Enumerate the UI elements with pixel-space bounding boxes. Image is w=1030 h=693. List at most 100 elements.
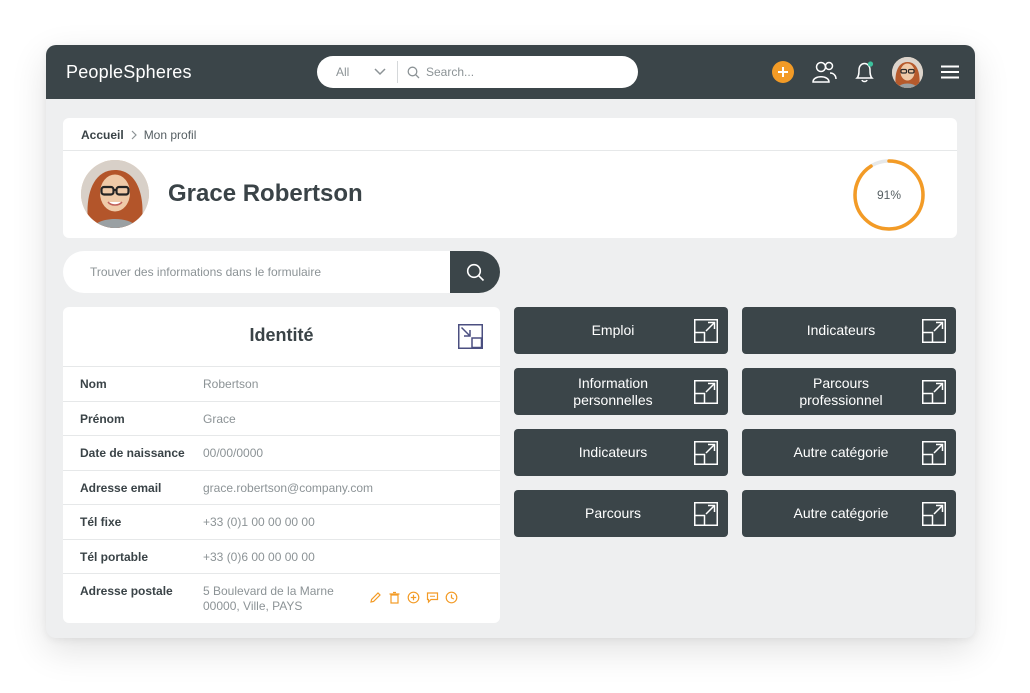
search-filter-dropdown[interactable]: All	[317, 56, 397, 88]
category-button-indicateurs-2[interactable]: Indicateurs	[514, 429, 728, 476]
app-logo[interactable]: PeopleSpheres	[66, 62, 192, 83]
open-icon	[694, 502, 718, 526]
category-label-line1: Autre catégorie	[793, 444, 889, 460]
edit-icon[interactable]	[369, 591, 382, 604]
field-value: Grace	[203, 411, 236, 426]
category-label: Indicateurs	[533, 444, 693, 461]
row-actions	[369, 591, 458, 604]
category-label: Autre catégorie	[761, 444, 921, 461]
search-icon	[407, 66, 420, 78]
field-row-nom[interactable]: Nom Robertson	[63, 366, 500, 401]
field-label: Nom	[80, 377, 107, 391]
category-label: Parcours professionnel	[761, 375, 921, 409]
identity-title: Identité	[249, 325, 314, 345]
plus-icon	[778, 67, 788, 77]
logo-text-light: People	[66, 62, 124, 82]
category-label-line1: Indicateurs	[578, 444, 648, 460]
category-label-line1: Information	[577, 374, 649, 391]
address-line-1: 5 Boulevard de la Marne	[203, 584, 334, 598]
field-value: grace.robertson@company.com	[203, 480, 374, 495]
category-button-emploi[interactable]: Emploi	[514, 307, 728, 354]
header-divider	[63, 150, 957, 151]
clock-icon[interactable]	[445, 591, 458, 604]
field-row-adresse-postale[interactable]: Adresse postale 5 Boulevard de la Marne …	[63, 573, 500, 623]
category-button-autre-categorie-2[interactable]: Autre catégorie	[742, 490, 956, 537]
completion-percentage: 91%	[876, 188, 902, 202]
top-bar: PeopleSpheres All	[46, 45, 975, 99]
app-window: PeopleSpheres All Search... Accueil Mon …	[46, 45, 975, 638]
category-button-parcours[interactable]: Parcours	[514, 490, 728, 537]
chevron-down-icon	[374, 68, 386, 76]
open-icon	[922, 319, 946, 343]
category-label-line1: Parcours	[812, 374, 870, 391]
category-label: Parcours	[533, 505, 693, 522]
category-label: Indicateurs	[761, 322, 921, 339]
add-button[interactable]	[772, 61, 794, 83]
open-icon	[694, 319, 718, 343]
field-value: +33 (0)1 00 00 00 00	[203, 515, 315, 529]
profile-avatar	[81, 160, 149, 228]
field-label: Tél portable	[80, 549, 149, 564]
user-avatar[interactable]	[892, 57, 923, 88]
field-label: Prénom	[80, 411, 125, 426]
open-icon	[922, 441, 946, 465]
category-label: Autre catégorie	[761, 505, 921, 522]
logo-text-bold: Spheres	[123, 62, 192, 82]
bell-icon[interactable]	[852, 59, 878, 85]
category-label-line2: professionnel	[799, 391, 883, 408]
avatar-image	[81, 160, 149, 228]
field-label: Date de naissance	[80, 446, 185, 460]
form-search-button[interactable]	[450, 251, 500, 293]
comment-icon[interactable]	[426, 591, 439, 604]
chevron-right-icon	[131, 130, 137, 140]
category-label-line1: Parcours	[584, 505, 642, 521]
add-circle-icon[interactable]	[407, 591, 420, 604]
avatar-image	[892, 57, 923, 88]
field-label: Adresse postale	[80, 584, 173, 598]
open-icon	[922, 502, 946, 526]
category-label-line1: Emploi	[591, 322, 635, 338]
profile-header-card: Accueil Mon profil Grace Robertson 91%	[63, 118, 957, 238]
category-label-line2: personnelles	[573, 391, 653, 408]
collapse-icon[interactable]	[458, 324, 483, 349]
breadcrumb-home[interactable]: Accueil	[81, 128, 124, 142]
form-search-bar	[63, 251, 500, 293]
field-value: 5 Boulevard de la Marne 00000, Ville, PA…	[203, 584, 334, 614]
field-label: Adresse email	[80, 480, 162, 495]
breadcrumb: Accueil Mon profil	[81, 128, 196, 142]
category-label: Emploi	[533, 322, 693, 339]
category-label-line1: Indicateurs	[806, 322, 876, 338]
address-line-2: 00000, Ville, PAYS	[203, 599, 303, 613]
category-label: Information personnelles	[533, 375, 693, 409]
open-icon	[694, 380, 718, 404]
global-search-bar: All	[317, 56, 638, 88]
field-row-tel-fixe[interactable]: Tél fixe +33 (0)1 00 00 00 00	[63, 504, 500, 539]
identity-card: Identité Nom Robertson Prénom Grace Date…	[63, 307, 500, 623]
category-label-line1: Autre catégorie	[793, 505, 889, 521]
search-icon	[466, 263, 484, 281]
field-value: Robertson	[203, 377, 259, 391]
category-button-indicateurs[interactable]: Indicateurs	[742, 307, 956, 354]
search-input-wrap	[398, 65, 638, 79]
identity-fields: Nom Robertson Prénom Grace Date de naiss…	[63, 366, 500, 623]
open-icon	[922, 380, 946, 404]
field-row-date-naissance[interactable]: Date de naissance 00/00/0000	[63, 435, 500, 470]
trash-icon[interactable]	[388, 591, 401, 604]
category-button-information-personnelles[interactable]: Information personnelles	[514, 368, 728, 415]
users-icon[interactable]	[811, 60, 837, 84]
field-row-prenom[interactable]: Prénom Grace	[63, 400, 500, 436]
field-row-tel-portable[interactable]: Tél portable +33 (0)6 00 00 00 00	[63, 538, 500, 574]
form-search-input[interactable]	[90, 265, 430, 279]
global-search-input[interactable]	[426, 65, 626, 79]
profile-name: Grace Robertson	[168, 180, 363, 207]
field-value: 00/00/0000	[203, 446, 264, 460]
field-row-email[interactable]: Adresse email grace.robertson@company.co…	[63, 469, 500, 505]
open-icon	[694, 441, 718, 465]
field-value: +33 (0)6 00 00 00 00	[203, 549, 315, 564]
search-filter-value: All	[336, 65, 350, 79]
category-button-parcours-professionnel[interactable]: Parcours professionnel	[742, 368, 956, 415]
category-button-autre-categorie[interactable]: Autre catégorie	[742, 429, 956, 476]
menu-icon[interactable]	[941, 65, 959, 79]
breadcrumb-current: Mon profil	[143, 128, 197, 142]
field-label: Tél fixe	[80, 515, 122, 529]
